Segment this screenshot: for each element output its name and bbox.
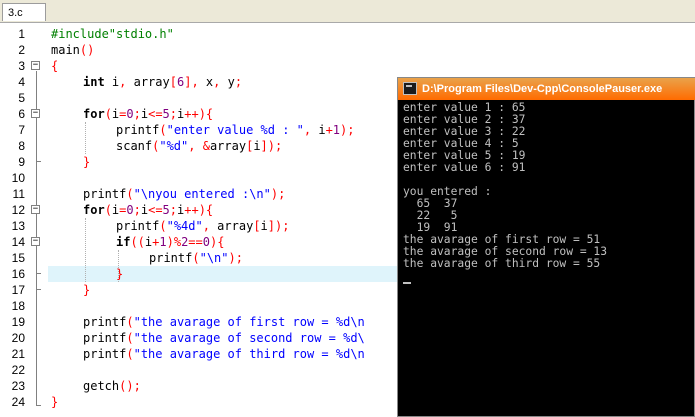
line-number: 6	[18, 107, 25, 121]
code-line: for(i=0;i<=5;i++){	[83, 203, 214, 217]
line-number-gutter: 1 2 3 4 5 6 7 8 9 10 11 12 13 14 15 16 1…	[0, 23, 44, 417]
code-line: if((i+1)%2==0){	[116, 235, 225, 249]
line-number: 24	[11, 395, 25, 409]
tab-file[interactable]: 3.c	[2, 3, 46, 21]
console-title: D:\Program Files\Dev-Cpp\ConsolePauser.e…	[422, 83, 663, 95]
code-line: for(i=0;i<=5;i++){	[83, 107, 214, 121]
fold-end-marker	[36, 161, 41, 162]
line-number: 20	[11, 331, 25, 345]
line-number: 18	[11, 299, 25, 313]
code-line: }	[83, 155, 91, 169]
code-line: }	[116, 267, 124, 281]
line-number: 5	[18, 91, 25, 105]
line-number: 4	[18, 75, 25, 89]
line-number: 13	[11, 219, 25, 233]
line-number: 2	[18, 43, 25, 57]
console-line: the avarage of third row = 55	[403, 257, 601, 270]
code-line: printf("\nyou entered :\n");	[83, 187, 286, 201]
line-number: 14	[11, 235, 25, 249]
line-number: 21	[11, 347, 25, 361]
indent-guide	[85, 122, 86, 154]
line-number: 3	[18, 59, 25, 73]
console-cursor	[403, 282, 411, 284]
line-number: 17	[11, 283, 25, 297]
line-number: 11	[12, 187, 25, 201]
line-number: 9	[18, 155, 25, 169]
code-line: getch();	[83, 379, 141, 393]
line-number: 16	[11, 267, 25, 281]
fold-collapse-icon[interactable]: −	[31, 109, 40, 118]
code-line: {	[51, 59, 59, 73]
code-line: printf("the avarage of first row = %d\n	[83, 315, 365, 329]
code-line: }	[83, 283, 91, 297]
code-line: scanf("%d", &array[i]);	[116, 139, 283, 153]
fold-end-marker	[36, 273, 41, 274]
code-line: }	[51, 395, 59, 409]
line-number: 1	[18, 27, 25, 41]
line-number: 7	[18, 123, 25, 137]
line-number: 12	[11, 203, 25, 217]
code-line: printf("the avarage of third row = %d\n	[83, 347, 365, 361]
current-line-highlight	[48, 266, 448, 282]
line-number: 15	[11, 251, 25, 265]
line-number: 10	[11, 171, 25, 185]
line-number: 23	[11, 379, 25, 393]
console-window[interactable]: D:\Program Files\Dev-Cpp\ConsolePauser.e…	[397, 77, 695, 417]
line-number: 8	[18, 139, 25, 153]
code-line: printf("enter value %d : ", i+1);	[116, 123, 355, 137]
indent-guide	[85, 218, 86, 282]
tab-bar: 3.c	[0, 0, 695, 23]
fold-collapse-icon[interactable]: −	[31, 237, 40, 246]
code-line: int i, array[6], x, y;	[83, 75, 243, 89]
console-line: enter value 6 : 91	[403, 161, 526, 174]
console-title-bar[interactable]: D:\Program Files\Dev-Cpp\ConsolePauser.e…	[398, 78, 695, 100]
code-line: printf("the avarage of second row = %d\	[83, 331, 365, 345]
fold-end-marker	[36, 289, 41, 290]
code-line: main()	[51, 43, 95, 57]
console-app-icon	[403, 82, 417, 95]
line-number: 22	[11, 363, 25, 377]
line-number: 19	[11, 315, 25, 329]
fold-collapse-icon[interactable]: −	[31, 205, 40, 214]
code-line: #include"stdio.h"	[51, 27, 174, 41]
fold-collapse-icon[interactable]: −	[31, 61, 40, 70]
fold-end-marker	[36, 405, 41, 406]
code-line: printf("%4d", array[i]);	[116, 219, 290, 233]
code-line: printf("\n");	[149, 251, 243, 265]
